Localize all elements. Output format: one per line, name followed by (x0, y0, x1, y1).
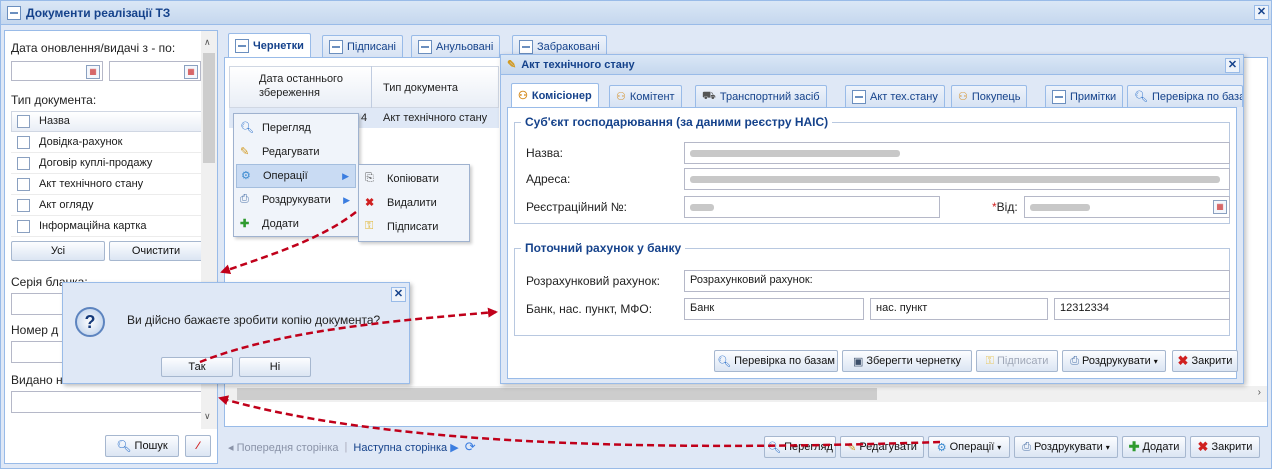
arrow-yes-to-act-window (199, 307, 498, 364)
annotation-arrows (199, 211, 941, 448)
arrow-operations-to-issued (218, 395, 941, 448)
arrow-copy-to-dialog (220, 211, 357, 275)
